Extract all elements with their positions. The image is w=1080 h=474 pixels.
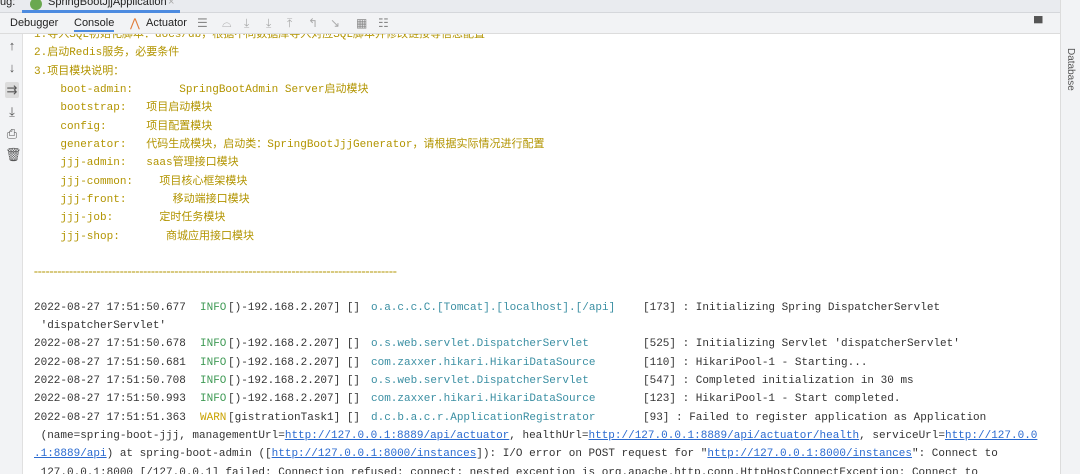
banner-line: jjj-admin: saas管理接口模块 — [34, 157, 239, 169]
database-tool-button[interactable]: Database — [1065, 48, 1076, 91]
menu-icon[interactable]: ☰ — [197, 16, 208, 30]
up-arrow-icon[interactable]: ↑ — [5, 38, 19, 53]
log-thread: [gistrationTask1] [] — [228, 412, 361, 424]
link[interactable]: .1:8889/api — [34, 448, 107, 460]
banner-line: jjj-common: 项目核心框架模块 — [34, 176, 248, 188]
log-continuation: 'dispatcherServlet' — [34, 320, 167, 332]
log-level: INFO — [200, 302, 227, 314]
log-logger: d.c.b.a.c.r.ApplicationRegistrator — [371, 412, 596, 424]
layout-icon[interactable]: ▀ — [1034, 16, 1043, 30]
trash-icon[interactable]: 🗑 — [5, 147, 22, 163]
log-msg: [547] : Completed initialization in 30 m… — [643, 375, 914, 387]
link[interactable]: http://127.0.0.1:8889/api/actuator/healt… — [589, 430, 860, 442]
console-output[interactable]: 1.导入SQL初始化脚本：docs/db，根据不同数据库导入对应SQL脚本并修改… — [24, 34, 1060, 474]
banner-line: bootstrap: 项目启动模块 — [34, 102, 213, 114]
log-msg: [173] : Initializing Spring DispatcherSe… — [643, 302, 941, 314]
log-continuation: .1:8889/api) at spring-boot-admin ([http… — [34, 448, 998, 460]
log-msg: [110] : HikariPool-1 - Starting... — [643, 357, 868, 369]
debug-label: ug: — [0, 0, 16, 8]
log-thread: [)-192.168.2.207] [] — [228, 338, 361, 350]
log-ts: 2022-08-27 17:51:51.363 — [34, 412, 186, 424]
log-level: INFO — [200, 338, 227, 350]
log-logger: com.zaxxer.hikari.HikariDataSource — [371, 393, 596, 405]
log-ts: 2022-08-27 17:51:50.708 — [34, 375, 186, 387]
log-ts: 2022-08-27 17:51:50.993 — [34, 393, 186, 405]
log-thread: [)-192.168.2.207] [] — [228, 302, 361, 314]
log-level: INFO — [200, 375, 227, 387]
down-arrow-icon[interactable]: ↓ — [5, 60, 19, 75]
log-logger: o.s.web.servlet.DispatcherServlet — [371, 338, 589, 350]
console-gutter: ↑ ↓ ⇉ ⤓ ⎙ 🗑 — [0, 34, 23, 474]
trace-icon[interactable]: ☷ — [378, 16, 389, 30]
log-level: WARN — [200, 412, 227, 424]
tab-console[interactable]: Console — [74, 17, 115, 32]
log-logger: o.a.c.c.C.[Tomcat].[localhost].[/api] — [371, 302, 616, 314]
banner-line: 2.启动Redis服务，必要条件 — [34, 47, 180, 59]
actuator-icon: ⋀ — [130, 16, 140, 30]
log-level: INFO — [200, 393, 227, 405]
log-msg: [93] : Failed to register application as… — [643, 412, 987, 424]
log-ts: 2022-08-27 17:51:50.677 — [34, 302, 186, 314]
tab-actuator[interactable]: Actuator — [146, 17, 187, 29]
banner-line: 3.项目模块说明： — [34, 66, 125, 78]
log-ts: 2022-08-27 17:51:50.678 — [34, 338, 186, 350]
show-execution-point-icon[interactable]: ⌓ — [222, 16, 232, 31]
banner-line: jjj-front: 移动端接口模块 — [34, 194, 250, 206]
log-continuation: (name=spring-boot-jjj, managementUrl=htt… — [34, 430, 1038, 442]
tab-springboot-application[interactable]: SpringBootJjjApplication × — [22, 0, 180, 13]
drop-frame-icon[interactable]: ↰ — [308, 16, 318, 30]
log-ts: 2022-08-27 17:51:50.681 — [34, 357, 186, 369]
separator-line: ========================================… — [34, 269, 397, 276]
banner-line: generator: 代码生成模块，启动类：SpringBootJjjGener… — [34, 139, 545, 151]
step-into-icon[interactable]: ⤓ — [266, 16, 271, 31]
banner-line: jjj-shop: 商城应用接口模块 — [34, 231, 255, 243]
step-over-icon[interactable]: ⤓ — [244, 16, 249, 31]
tab-label: SpringBootJjjApplication — [48, 0, 167, 8]
log-thread: [)-192.168.2.207] [] — [228, 357, 361, 369]
scroll-to-end-icon[interactable]: ⤓ — [5, 104, 19, 120]
log-continuation: 127.0.0.1:8000 [/127.0.0.1] failed: Conn… — [34, 467, 978, 474]
banner-line: 1.导入SQL初始化脚本：docs/db，根据不同数据库导入对应SQL脚本并修改… — [34, 34, 486, 41]
evaluate-icon[interactable]: ▦ — [356, 16, 367, 30]
log-logger: o.s.web.servlet.DispatcherServlet — [371, 375, 589, 387]
log-thread: [)-192.168.2.207] [] — [228, 393, 361, 405]
log-msg: [525] : Initializing Servlet 'dispatcher… — [643, 338, 960, 350]
run-tab-bar: ug: SpringBootJjjApplication × — [0, 0, 1060, 13]
link[interactable]: http://127.0.0.1:8889/api/actuator — [285, 430, 509, 442]
step-out-icon[interactable]: ⤒ — [287, 16, 292, 31]
banner-line: config: 项目配置模块 — [34, 121, 213, 133]
link[interactable]: http://127.0.0.1:8000/instances — [707, 448, 912, 460]
banner-line: jjj-job: 定时任务模块 — [34, 212, 226, 224]
right-tool-strip: Database — [1060, 0, 1080, 474]
log-msg: [123] : HikariPool-1 - Start completed. — [643, 393, 901, 405]
tab-debugger[interactable]: Debugger — [10, 17, 58, 29]
run-to-cursor-icon[interactable]: ↘ — [330, 16, 340, 30]
link[interactable]: http://127.0.0.1:8000/instances — [272, 448, 477, 460]
soft-wrap-icon[interactable]: ⇉ — [5, 82, 19, 98]
banner-line: boot-admin: SpringBootAdmin Server启动模块 — [34, 84, 369, 96]
log-thread: [)-192.168.2.207] [] — [228, 375, 361, 387]
close-icon[interactable]: × — [168, 0, 174, 8]
debug-toolbar: Debugger Console ⋀ Actuator ☰ ⌓ ⤓ ⤓ ⤒ ↰ … — [0, 13, 1060, 34]
link[interactable]: http://127.0.0 — [945, 430, 1037, 442]
log-level: INFO — [200, 357, 227, 369]
log-logger: com.zaxxer.hikari.HikariDataSource — [371, 357, 596, 369]
print-icon[interactable]: ⎙ — [5, 126, 19, 142]
spring-app-icon — [30, 0, 42, 10]
